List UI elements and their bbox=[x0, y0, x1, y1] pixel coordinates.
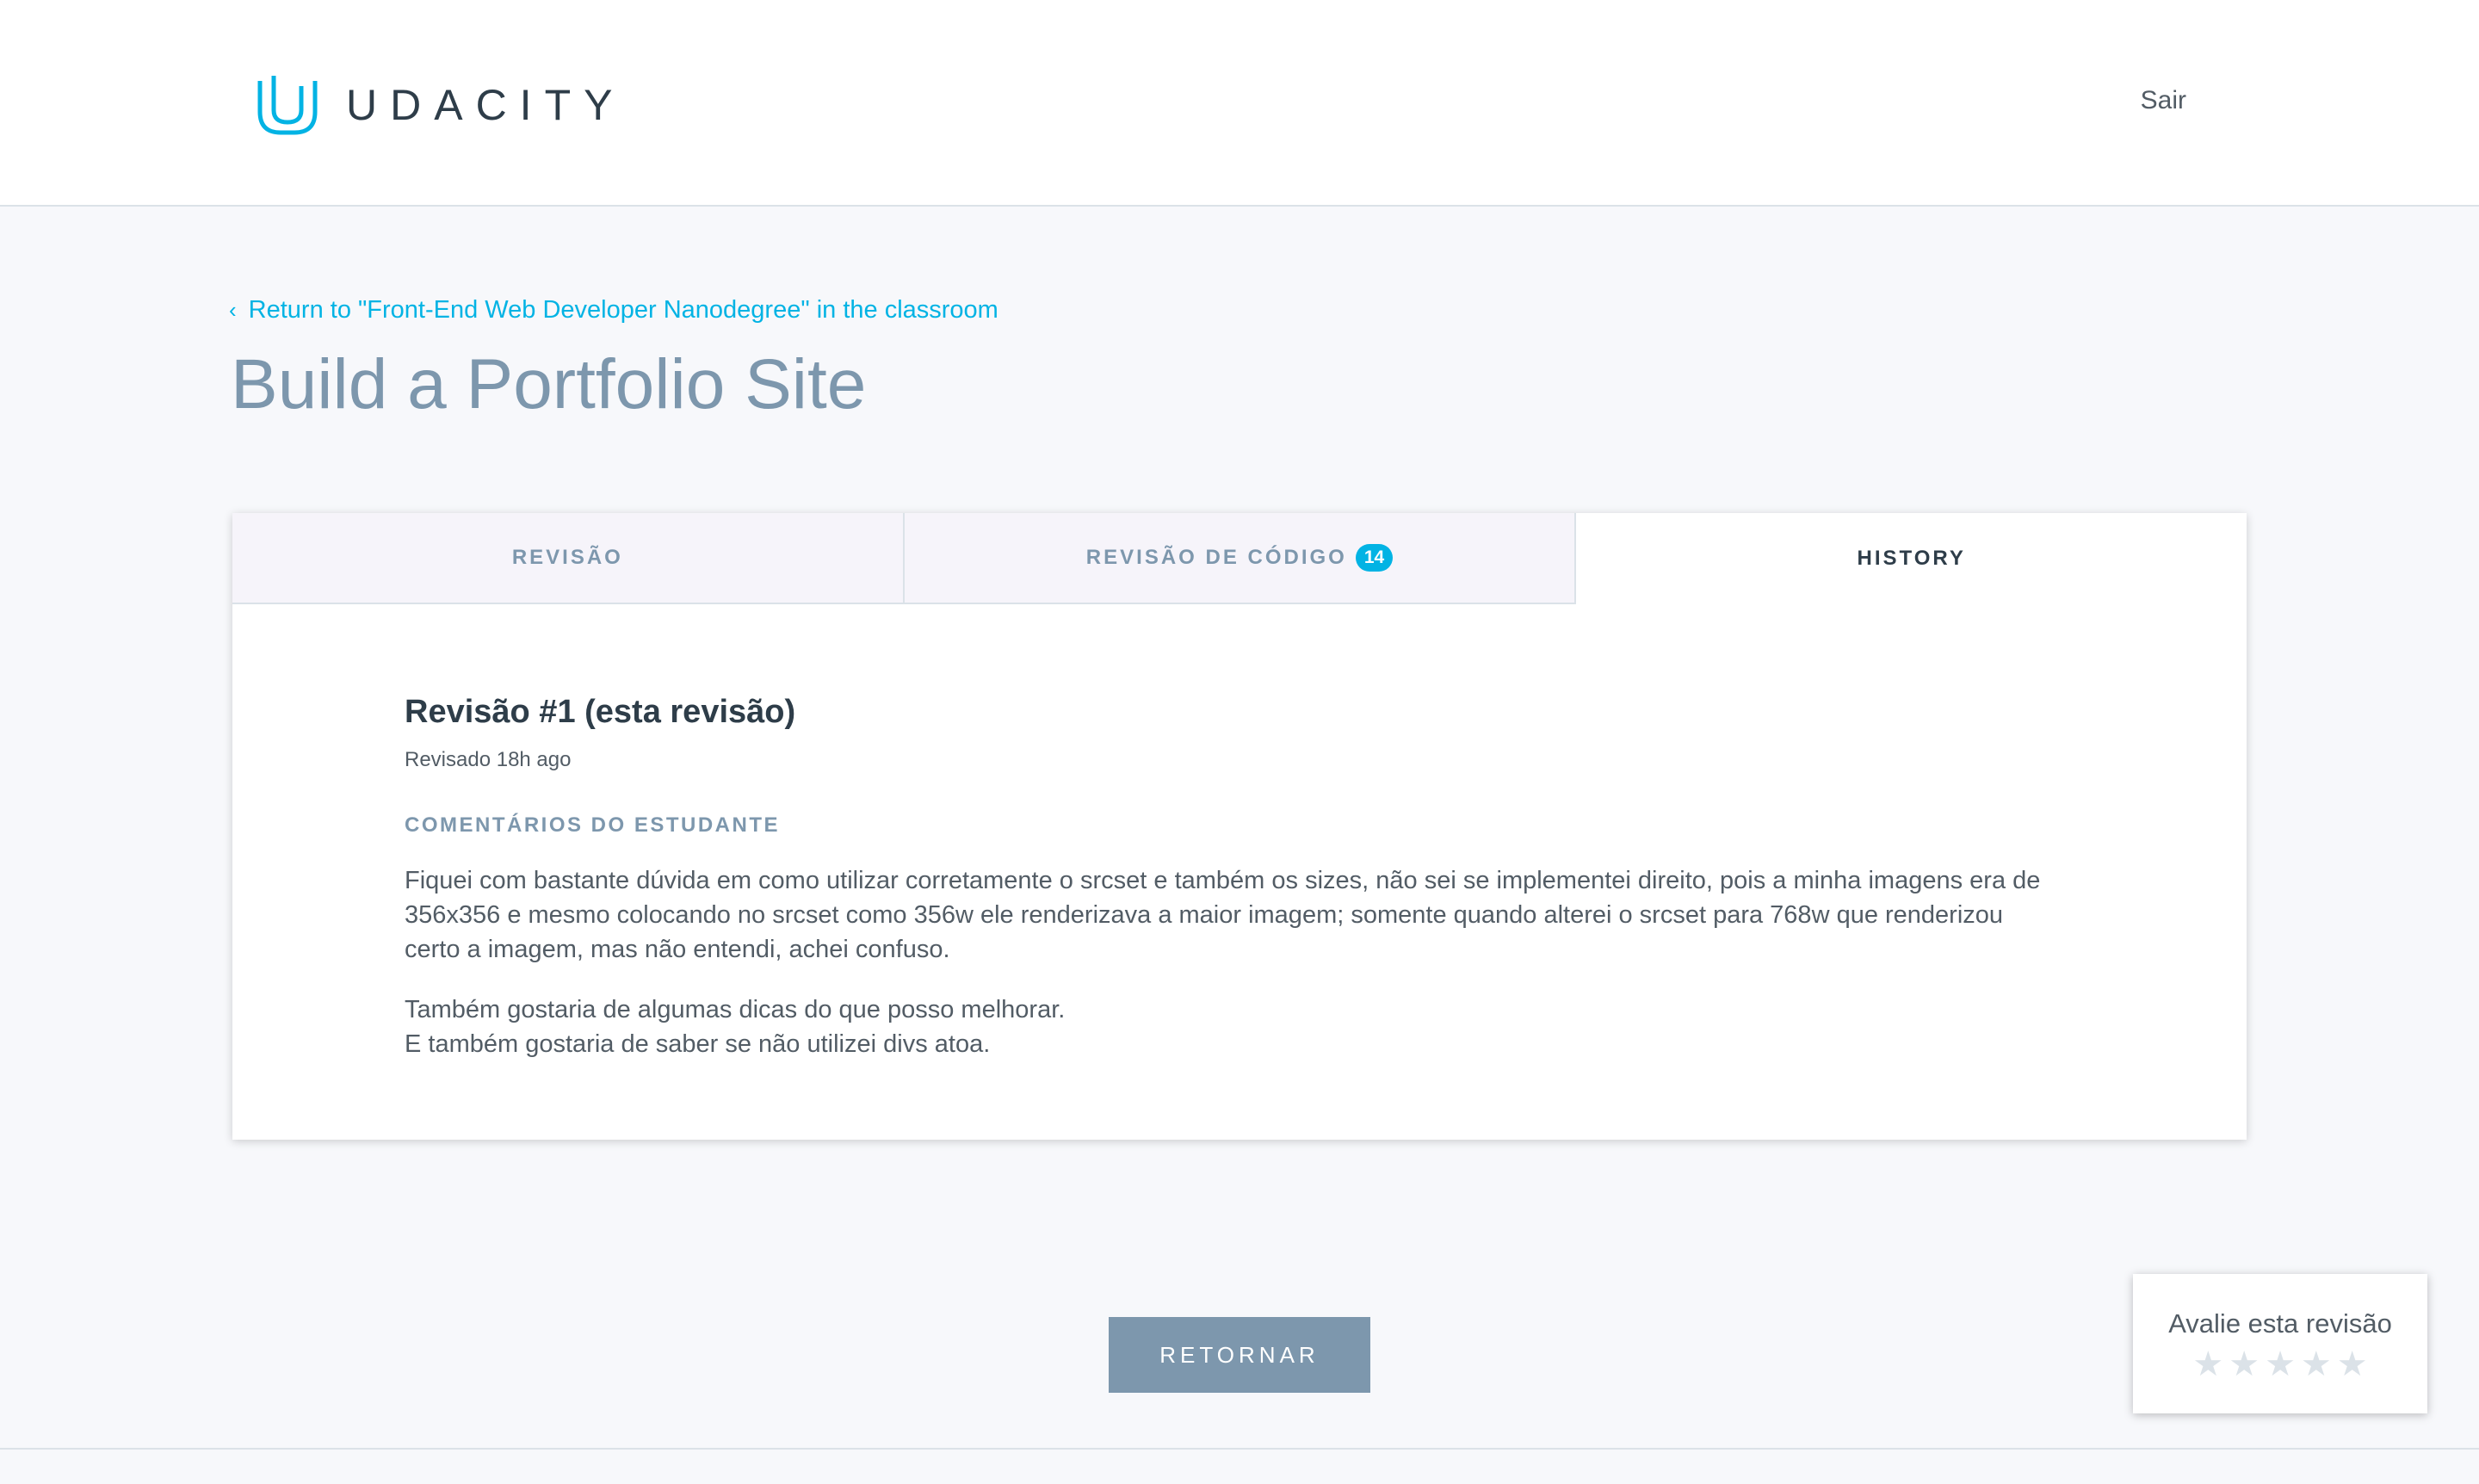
revision-title: Revisão #1 (esta revisão) bbox=[405, 694, 796, 730]
logout-link[interactable]: Sair bbox=[2141, 86, 2186, 115]
student-comment-line: E também gostaria de saber se não utiliz… bbox=[405, 1030, 991, 1058]
tab-history[interactable]: HISTORY bbox=[1576, 513, 2247, 604]
back-to-classroom-link[interactable]: ‹ Return to "Front-End Web Developer Nan… bbox=[229, 296, 998, 325]
count-badge: 14 bbox=[1355, 544, 1394, 572]
tab-revisao-label: REVISÃO bbox=[511, 546, 623, 569]
tab-revisao[interactable]: REVISÃO bbox=[232, 513, 905, 604]
student-comment-paragraph: Fiquei com bastante dúvida em como utili… bbox=[405, 867, 2041, 963]
tab-bar: REVISÃO REVISÃO DE CÓDIGO 14 HISTORY bbox=[232, 513, 2247, 604]
rate-review-label: Avalie esta revisão bbox=[2168, 1308, 2392, 1339]
rating-stars: ★ ★ ★ ★ ★ bbox=[2133, 1345, 2427, 1384]
return-button[interactable]: RETORNAR bbox=[1109, 1317, 1370, 1393]
udacity-logo[interactable]: UDACITY bbox=[255, 72, 625, 138]
star-icon[interactable]: ★ bbox=[2229, 1345, 2260, 1384]
star-icon[interactable]: ★ bbox=[2337, 1345, 2368, 1384]
student-comment-paragraph-2: Também gostaria de algumas dicas do que … bbox=[405, 992, 2057, 1061]
star-icon[interactable]: ★ bbox=[2265, 1345, 2296, 1384]
tab-history-label: HISTORY bbox=[1857, 547, 1966, 570]
back-link-label: Return to "Front-End Web Developer Nanod… bbox=[248, 296, 998, 324]
page-title: Build a Portfolio Site bbox=[231, 345, 867, 424]
footer-divider bbox=[0, 1448, 2479, 1450]
student-comments-label: COMENTÁRIOS DO ESTUDANTE bbox=[405, 813, 781, 837]
history-content: Revisão #1 (esta revisão) Revisado 18h a… bbox=[405, 694, 2057, 1061]
udacity-logo-icon bbox=[257, 76, 318, 135]
revision-date: Revisado 18h ago bbox=[405, 748, 572, 771]
student-comment-line: Também gostaria de algumas dicas do que … bbox=[405, 996, 1066, 1023]
top-header: UDACITY Sair bbox=[0, 0, 2479, 207]
rate-review-widget: Avalie esta revisão ★ ★ ★ ★ ★ bbox=[2133, 1274, 2427, 1413]
tab-revisao-de-codigo[interactable]: REVISÃO DE CÓDIGO 14 bbox=[904, 513, 1577, 604]
review-card: REVISÃO REVISÃO DE CÓDIGO 14 HISTORY Rev… bbox=[232, 513, 2247, 1140]
tab-revisao-de-codigo-label: REVISÃO DE CÓDIGO bbox=[1085, 546, 1347, 569]
star-icon[interactable]: ★ bbox=[2301, 1345, 2332, 1384]
logo-text: UDACITY bbox=[346, 81, 626, 129]
chevron-left-icon: ‹ bbox=[229, 297, 237, 323]
star-icon[interactable]: ★ bbox=[2192, 1345, 2223, 1384]
